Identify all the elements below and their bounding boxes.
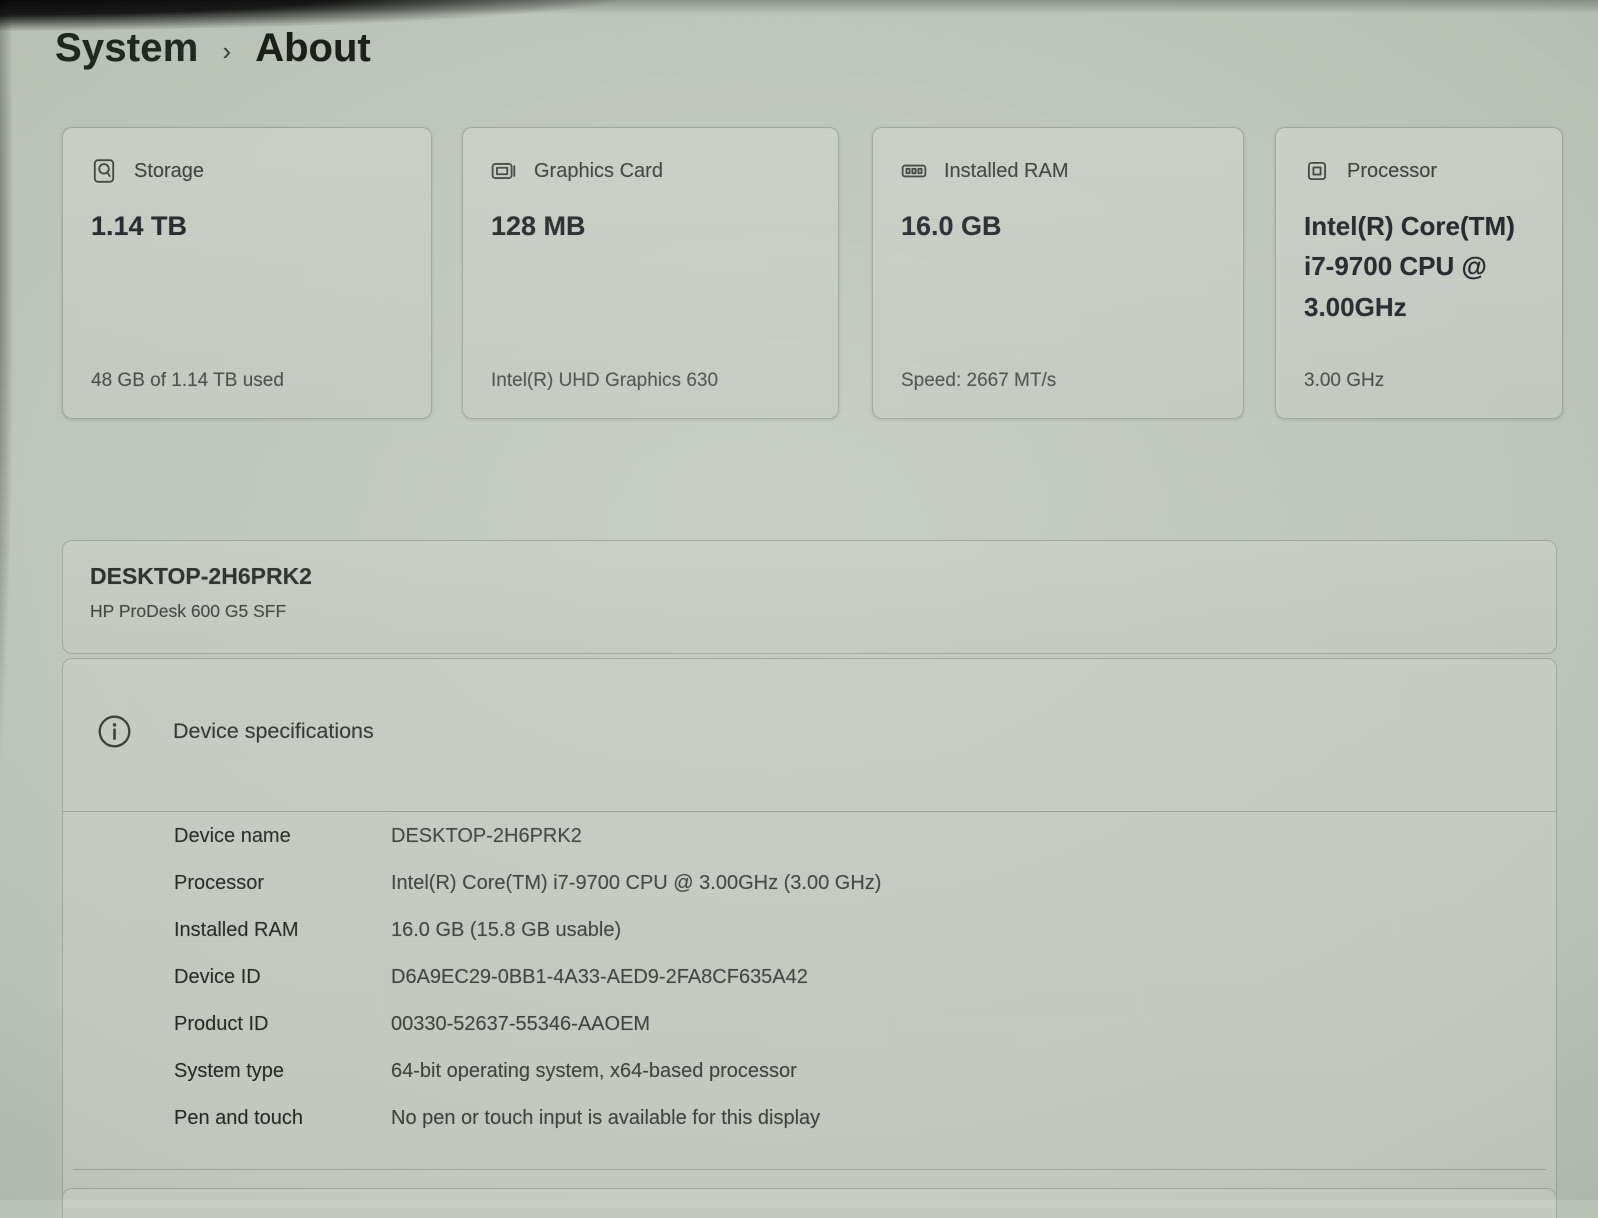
graphics-card-detail: Intel(R) UHD Graphics 630 [491,370,824,392]
divider [63,811,1556,812]
spec-value: D6A9EC29-0BB1-4A33-AED9-2FA8CF635A42 [391,954,1536,1001]
spec-label: Installed RAM [174,907,389,954]
storage-card-value: 1.14 TB [91,206,413,248]
processor-card-value: Intel(R) Core(TM) i7-9700 CPU @ 3.00GHz [1304,206,1544,327]
graphics-card-card: Graphics Card 128 MB Intel(R) UHD Graphi… [462,127,839,419]
spec-value: 16.0 GB (15.8 GB usable) [391,907,1536,954]
device-name: DESKTOP-2H6PRK2 [90,563,312,590]
spec-label: Processor [174,860,389,907]
breadcrumb: System › About [55,26,371,71]
spec-row-product-id: Product ID 00330-52637-55346-AAOEM [63,1001,1556,1048]
spec-value: Intel(R) Core(TM) i7-9700 CPU @ 3.00GHz … [391,860,1536,907]
device-specifications-expander[interactable]: Device specifications [63,659,1556,811]
spec-label: Device name [174,813,389,860]
installed-ram-card-value: 16.0 GB [901,206,1225,248]
spec-value: No pen or touch input is available for t… [391,1095,1536,1142]
next-section-card[interactable] [62,1188,1557,1208]
storage-card-title: Storage [134,160,204,183]
storage-card: Storage 1.14 TB 48 GB of 1.14 TB used [62,127,432,419]
spec-row-device-name: Device name DESKTOP-2H6PRK2 [63,813,1556,860]
spec-value: 64-bit operating system, x64-based proce… [391,1048,1536,1095]
device-name-panel: DESKTOP-2H6PRK2 HP ProDesk 600 G5 SFF [62,540,1557,654]
spec-row-processor: Processor Intel(R) Core(TM) i7-9700 CPU … [63,860,1556,907]
device-specifications-panel: Device specifications Device name DESKTO… [62,658,1557,1218]
spec-label: System type [174,1048,389,1095]
graphics-card-title: Graphics Card [534,160,663,183]
spec-row-pen-and-touch: Pen and touch No pen or touch input is a… [63,1095,1556,1142]
spec-label: Product ID [174,1001,389,1048]
info-icon [96,713,133,755]
graphics-card-value: 128 MB [491,206,820,248]
spec-value: DESKTOP-2H6PRK2 [391,813,1536,860]
installed-ram-card-detail: Speed: 2667 MT/s [901,370,1229,392]
installed-ram-card: Installed RAM 16.0 GB Speed: 2667 MT/s [872,127,1244,419]
spec-label: Device ID [174,954,389,1001]
device-specifications-title: Device specifications [173,719,374,744]
page-title-about: About [255,26,371,71]
storage-card-detail: 48 GB of 1.14 TB used [91,370,417,392]
storage-icon [91,158,117,184]
installed-ram-card-title: Installed RAM [944,160,1069,183]
processor-icon [1304,158,1330,184]
spec-label: Pen and touch [174,1095,389,1142]
spec-value: 00330-52637-55346-AAOEM [391,1001,1536,1048]
ram-icon [901,158,927,184]
processor-card-title: Processor [1347,160,1437,183]
spec-row-device-id: Device ID D6A9EC29-0BB1-4A33-AED9-2FA8CF… [63,954,1556,1001]
spec-row-installed-ram: Installed RAM 16.0 GB (15.8 GB usable) [63,907,1556,954]
graphics-card-icon [491,158,517,184]
settings-about-page: System › About Storage 1.14 TB 48 GB of … [0,0,1598,1200]
processor-card: Processor Intel(R) Core(TM) i7-9700 CPU … [1275,127,1563,419]
divider [73,1169,1546,1170]
breadcrumb-system-link[interactable]: System [55,26,199,71]
spec-row-system-type: System type 64-bit operating system, x64… [63,1048,1556,1095]
device-model: HP ProDesk 600 G5 SFF [90,601,286,622]
processor-card-detail: 3.00 GHz [1304,370,1548,392]
device-specifications-rows: Device name DESKTOP-2H6PRK2 Processor In… [63,813,1556,1142]
breadcrumb-chevron-icon: › [223,36,232,67]
